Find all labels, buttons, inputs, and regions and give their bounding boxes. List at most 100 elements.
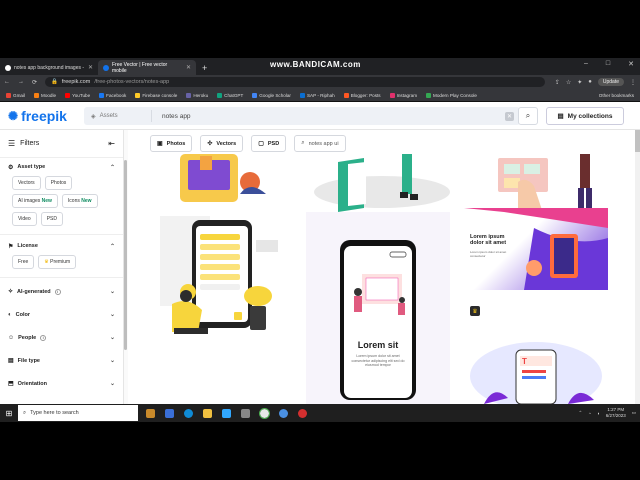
card-1-illustration: [180, 154, 266, 202]
minimize-button[interactable]: –: [584, 60, 588, 68]
start-button[interactable]: ⊞: [0, 404, 18, 422]
clock[interactable]: 1:27 PM 6/27/2023: [606, 407, 626, 419]
asset-type-chip[interactable]: Photos: [44, 176, 73, 190]
bookmark-favicon-icon: [217, 92, 223, 98]
tab-vectors[interactable]: ✣ Vectors: [200, 135, 244, 152]
photoshop-icon[interactable]: [222, 408, 231, 418]
asset-type-chip[interactable]: Icons New: [61, 194, 98, 208]
weather-icon[interactable]: [146, 408, 155, 418]
asset-type-chip[interactable]: Vectors: [12, 176, 41, 190]
tab-close-icon[interactable]: ✕: [186, 64, 191, 71]
wifi-icon[interactable]: ◔: [588, 411, 591, 416]
tray-chevron-icon[interactable]: ⌃: [578, 410, 582, 416]
volume-icon[interactable]: ◖: [597, 411, 600, 416]
divider: [0, 234, 123, 235]
edge-icon[interactable]: [184, 408, 193, 418]
result-card-2[interactable]: [302, 154, 462, 212]
collapse-sidebar-icon[interactable]: ⇤: [108, 139, 115, 148]
chevron-down-icon: ⌄: [109, 289, 115, 295]
bookmark-item[interactable]: Heroku: [186, 92, 208, 98]
bookmark-item[interactable]: ChatGPT: [217, 92, 243, 98]
update-button[interactable]: Update: [597, 78, 624, 86]
tab-photos[interactable]: ▣ Photos: [150, 135, 193, 152]
browser-tab-1[interactable]: notes app background images - ✕: [0, 60, 98, 75]
bookmark-item[interactable]: Gmail: [6, 92, 25, 98]
back-button[interactable]: ←: [4, 79, 10, 85]
browser-tab-2[interactable]: Free Vector | Free vector mobile ✕: [98, 60, 196, 75]
filter-section-header[interactable]: ▤ File type ⌄: [8, 349, 115, 372]
result-card-1[interactable]: [130, 154, 294, 212]
related-search-chip[interactable]: ⌕ notes app ui: [294, 135, 347, 152]
license-chip-premium[interactable]: ♛ Premium: [38, 255, 77, 269]
tab-close-icon[interactable]: ✕: [88, 64, 93, 71]
freepik-logo[interactable]: ✺ freepik: [8, 108, 84, 124]
new-tab-button[interactable]: +: [196, 60, 213, 75]
bookmark-item[interactable]: Modern Play Console: [426, 92, 477, 98]
search-icon: ⌕: [23, 409, 27, 416]
asset-type-chip[interactable]: PSD: [40, 212, 63, 226]
clear-search-icon[interactable]: ✕: [505, 111, 514, 121]
forward-button[interactable]: →: [18, 79, 24, 85]
info-icon[interactable]: i: [40, 334, 47, 341]
bookmark-item[interactable]: SAP - Riphah: [299, 92, 335, 98]
other-bookmarks[interactable]: Other bookmarks: [599, 93, 634, 98]
bookmark-item[interactable]: YouTube: [65, 92, 90, 98]
task-view-icon[interactable]: [165, 408, 174, 418]
share-icon[interactable]: ⇪: [555, 79, 560, 86]
asset-type-dropdown[interactable]: ◈ Assets: [84, 110, 152, 122]
figure-body: [354, 296, 362, 312]
page-scroll-thumb[interactable]: [635, 130, 640, 152]
search-button[interactable]: ⌕: [518, 107, 538, 125]
license-chip-free[interactable]: Free: [12, 255, 35, 269]
search-input[interactable]: notes app: [152, 113, 505, 120]
asset-type-chip[interactable]: Video: [12, 212, 37, 226]
menu-icon[interactable]: ⋮: [630, 79, 636, 86]
bookmark-item[interactable]: Firebase console: [135, 92, 177, 98]
info-icon[interactable]: i: [54, 288, 61, 295]
card-4-illustration: [160, 216, 278, 334]
filter-section-header[interactable]: ◐ Color ⌄: [8, 303, 115, 326]
license-header[interactable]: ⚑ License ⌃: [8, 237, 115, 255]
bookmark-item[interactable]: Blogger: Posts: [343, 92, 381, 98]
result-card-7[interactable]: T: [464, 326, 608, 404]
app-icon[interactable]: [279, 408, 288, 418]
phone-line: [522, 376, 546, 379]
bookmark-item[interactable]: Google Scholar: [252, 92, 291, 98]
url-bar[interactable]: 🔒 freepik.com/free-photos-vectors/notes-…: [45, 77, 546, 87]
bookmark-favicon-icon: [34, 92, 39, 98]
tab-psd[interactable]: ▢ PSD: [251, 135, 287, 152]
tab-title: notes app background images -: [14, 64, 85, 71]
close-window-button[interactable]: ✕: [628, 60, 634, 68]
puzzle-icon[interactable]: ✦: [577, 79, 582, 86]
asset-type-header[interactable]: ⚙ Asset type ⌃: [8, 158, 115, 176]
asset-type-chips: Vectors Photos AI images New Icons New Video…: [8, 176, 115, 232]
profile-icon[interactable]: ●: [588, 79, 592, 85]
notifications-icon[interactable]: ▭: [632, 410, 636, 416]
filter-section-header[interactable]: ✧ AI-generated i ⌄: [8, 280, 115, 303]
banner-plant: [526, 260, 542, 276]
bookmark-item[interactable]: Moodle: [34, 92, 56, 98]
taskbar-search[interactable]: ⌕ Type here to search: [18, 405, 138, 421]
bandicam-icon[interactable]: [298, 408, 307, 418]
bookmark-item[interactable]: Instagram: [389, 92, 417, 98]
crown-icon: ♛: [472, 308, 478, 315]
filter-section-header[interactable]: ☺ People i ⌄: [8, 326, 115, 349]
bookmark-item[interactable]: Facebook: [99, 92, 126, 98]
result-card-4[interactable]: [160, 216, 290, 346]
app-icon[interactable]: [241, 408, 250, 418]
bookmark-label: Modern Play Console: [433, 92, 477, 98]
filter-section-header[interactable]: ⬒ Orientation ⌄: [8, 372, 115, 395]
lock-icon: 🔒: [51, 79, 58, 85]
result-card-5[interactable]: Lorem sit Lorem ipsum dolor sit amet con…: [306, 212, 450, 404]
sidebar-scroll-thumb[interactable]: [124, 160, 127, 350]
reload-button[interactable]: ⟳: [32, 79, 37, 86]
bookmark-favicon-icon: [252, 92, 258, 98]
photo-icon: ▣: [157, 141, 163, 147]
asset-type-chip[interactable]: AI images New: [12, 194, 58, 208]
result-card-6[interactable]: Lorem ipsum dolor sit amet Lorem ipsum d…: [464, 208, 608, 290]
file-explorer-icon[interactable]: [203, 408, 212, 418]
star-icon[interactable]: ☆: [566, 79, 571, 86]
chrome-icon[interactable]: [259, 407, 270, 419]
maximize-button[interactable]: □: [606, 60, 610, 68]
my-collections-button[interactable]: ▤ My collections: [546, 107, 624, 125]
